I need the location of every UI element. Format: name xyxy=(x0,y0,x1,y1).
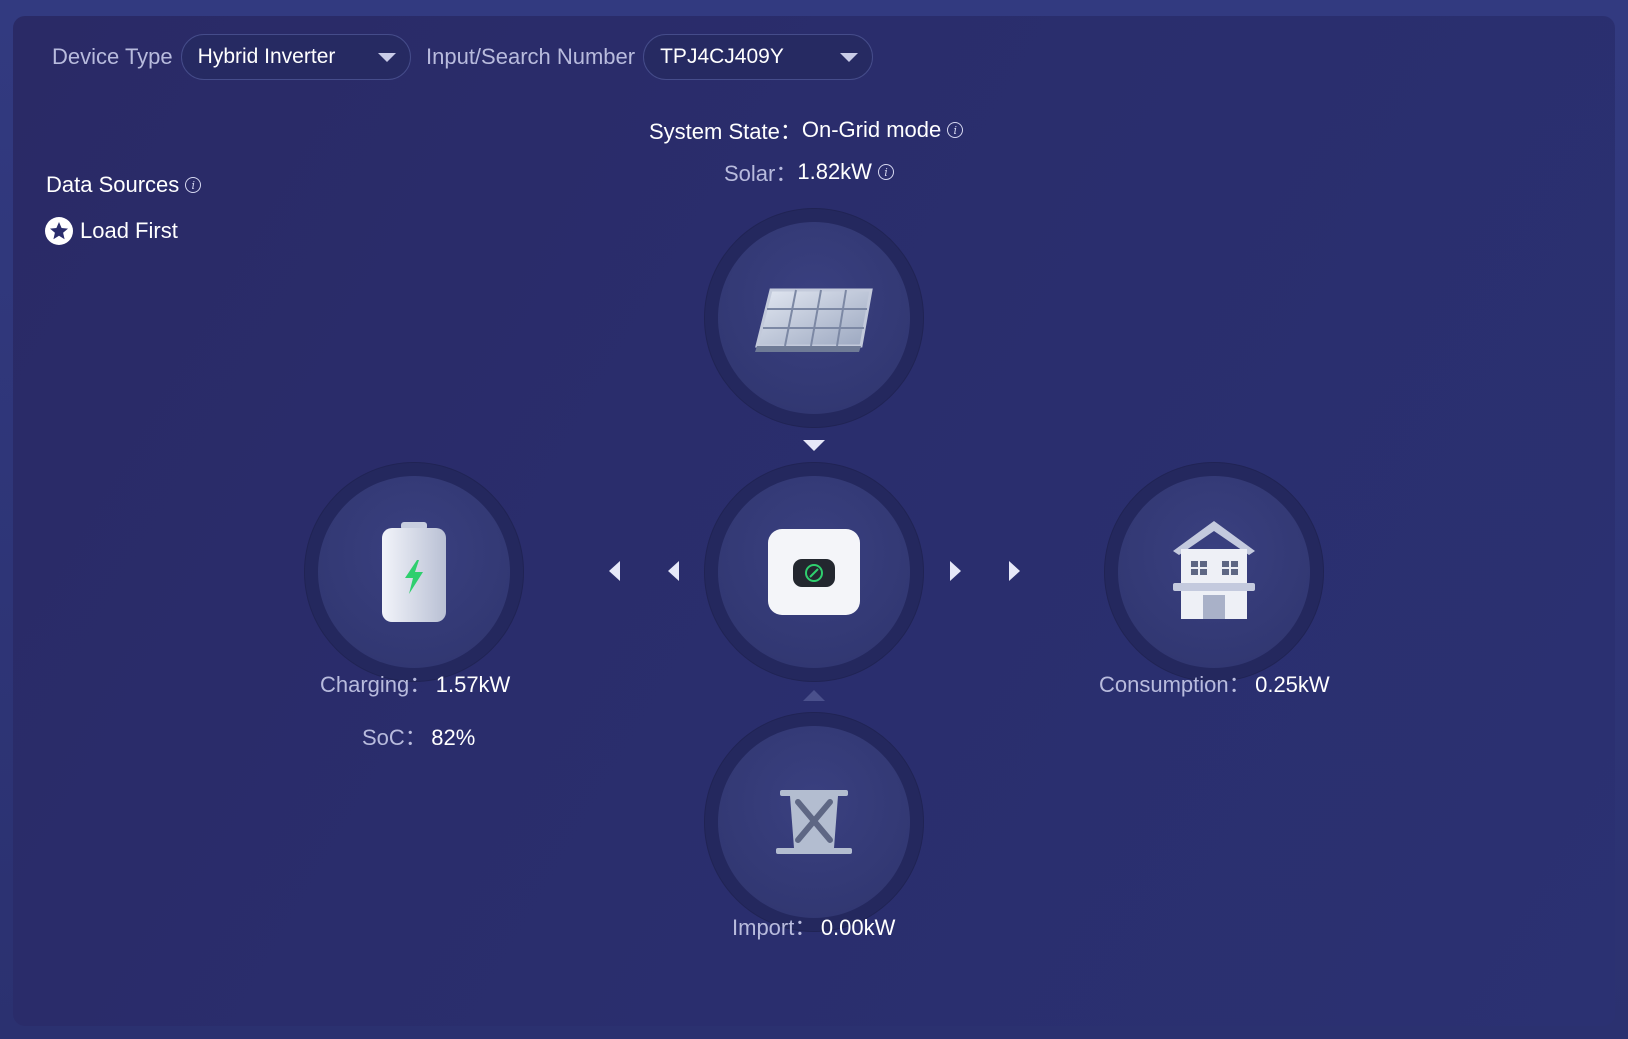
device-type-value: Hybrid Inverter xyxy=(197,45,336,68)
chevron-down-icon xyxy=(840,52,859,62)
info-icon[interactable]: i xyxy=(877,164,894,180)
solar-node[interactable] xyxy=(704,208,924,428)
info-icon[interactable]: i xyxy=(947,122,964,138)
flow-arrow-left-icon xyxy=(609,561,620,581)
grid-node-inner xyxy=(718,726,910,918)
consumption-label: Consumption： xyxy=(1099,672,1251,697)
info-icon[interactable]: i xyxy=(185,177,202,193)
flow-arrow-down-icon xyxy=(803,440,825,451)
charging-value: 1.57kW xyxy=(435,672,511,697)
chevron-down-icon xyxy=(377,52,396,62)
inverter-node-inner xyxy=(718,476,910,668)
solar-node-inner xyxy=(718,222,910,414)
load-first-option[interactable]: Load First xyxy=(44,216,178,246)
search-number-label: Input/Search Number xyxy=(426,44,636,69)
system-state: System State： On-Grid mode i xyxy=(649,114,964,146)
battery-icon xyxy=(382,522,446,622)
solar-panel-icon xyxy=(755,288,873,352)
flow-arrow-right-icon xyxy=(1009,561,1020,581)
inverter-icon xyxy=(768,529,860,615)
star-circle-icon xyxy=(45,217,73,245)
load-first-label: Load First xyxy=(80,218,178,243)
house-node-inner xyxy=(1118,476,1310,668)
solar-value: 1.82kW xyxy=(797,159,872,184)
search-number-select[interactable]: TPJ4CJ409Y xyxy=(643,34,874,80)
soc-label: SoC： xyxy=(362,725,427,750)
grid-node[interactable] xyxy=(704,712,924,932)
search-number-filter: Input/Search Number TPJ4CJ409Y xyxy=(426,34,874,80)
device-type-select[interactable]: Hybrid Inverter xyxy=(180,34,411,80)
data-sources-title: Data Sources xyxy=(46,172,180,197)
import-label: Import： xyxy=(732,915,817,940)
soc-value: 82% xyxy=(431,725,476,750)
charging-stat: Charging： 1.57kW xyxy=(320,667,510,699)
flow-arrow-right-icon xyxy=(950,561,961,581)
charging-label: Charging： xyxy=(320,672,432,697)
data-sources: Data Sources i xyxy=(46,172,202,198)
power-tower-icon xyxy=(776,790,852,854)
house-icon xyxy=(1173,521,1255,619)
battery-node-inner xyxy=(318,476,510,668)
battery-node[interactable] xyxy=(304,462,524,682)
import-value: 0.00kW xyxy=(820,915,896,940)
device-type-label: Device Type xyxy=(52,44,173,69)
solar-label: Solar： xyxy=(724,161,798,186)
system-state-value: On-Grid mode xyxy=(801,117,942,142)
house-node[interactable] xyxy=(1104,462,1324,682)
search-number-value: TPJ4CJ409Y xyxy=(660,45,784,68)
consumption-value: 0.25kW xyxy=(1255,672,1330,697)
inverter-node[interactable] xyxy=(704,462,924,682)
device-type-filter: Device Type Hybrid Inverter xyxy=(52,34,411,80)
system-state-label: System State： xyxy=(649,119,802,144)
flow-arrow-up-icon xyxy=(803,690,825,701)
solar-power: Solar： 1.82kW i xyxy=(724,156,894,188)
soc-stat: SoC： 82% xyxy=(362,720,475,752)
flow-arrow-left-icon xyxy=(668,561,679,581)
import-stat: Import： 0.00kW xyxy=(732,910,895,942)
consumption-stat: Consumption： 0.25kW xyxy=(1099,667,1330,699)
